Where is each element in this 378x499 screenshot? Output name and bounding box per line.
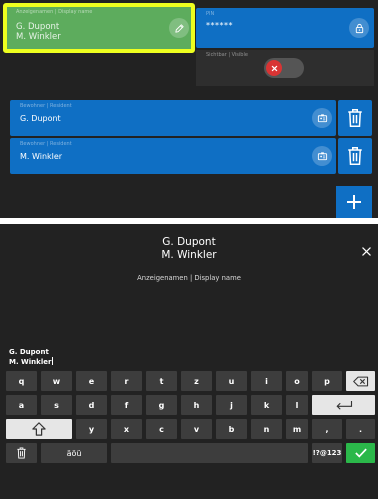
text-input[interactable]: G. Dupont M. Winkler bbox=[9, 348, 54, 367]
resident-settings-panel: Anzeigenamen | Display name G. Dupont M.… bbox=[0, 0, 378, 218]
delete-resident-button[interactable] bbox=[338, 138, 372, 174]
key-n[interactable]: n bbox=[251, 419, 282, 439]
display-name-value: G. Dupont M. Winkler bbox=[16, 22, 61, 42]
key-l[interactable]: l bbox=[286, 395, 308, 415]
key-x[interactable]: x bbox=[111, 419, 142, 439]
add-resident-button[interactable] bbox=[336, 186, 372, 218]
resident-label: Bewohner | Resident bbox=[20, 141, 72, 147]
shift-arrow-icon bbox=[32, 422, 46, 436]
pin-field[interactable]: PIN ****** bbox=[196, 8, 374, 48]
plus-icon bbox=[347, 195, 361, 209]
resident-field[interactable]: Bewohner | Resident G. Dupont bbox=[10, 100, 336, 136]
input-line-2: M. Winkler bbox=[9, 358, 52, 366]
display-name-label: Anzeigenamen | Display name bbox=[16, 9, 93, 15]
key-h[interactable]: h bbox=[181, 395, 212, 415]
shift-key[interactable] bbox=[6, 419, 72, 439]
resident-name: G. Dupont bbox=[20, 114, 61, 123]
key-w[interactable]: w bbox=[41, 371, 72, 391]
key-period[interactable]: . bbox=[346, 419, 375, 439]
key-q[interactable]: q bbox=[6, 371, 37, 391]
resident-row: Bewohner | Resident G. Dupont bbox=[10, 100, 372, 136]
key-v[interactable]: v bbox=[181, 419, 212, 439]
backspace-icon bbox=[352, 376, 368, 386]
visibility-toggle[interactable] bbox=[264, 58, 304, 78]
id-card-button[interactable] bbox=[312, 108, 332, 128]
resident-label: Bewohner | Resident bbox=[20, 103, 72, 109]
key-d[interactable]: d bbox=[76, 395, 107, 415]
preview-line-2: M. Winkler bbox=[161, 249, 217, 261]
key-e[interactable]: e bbox=[76, 371, 107, 391]
close-button[interactable] bbox=[356, 241, 376, 261]
confirm-key[interactable] bbox=[346, 443, 375, 463]
edit-name-button[interactable] bbox=[169, 18, 189, 38]
enter-icon bbox=[335, 400, 352, 410]
id-card-button[interactable] bbox=[312, 146, 332, 166]
keyboard-screen: G. Dupont M. Winkler Anzeigenamen | Disp… bbox=[0, 224, 378, 499]
resident-row: Bewohner | Resident M. Winkler bbox=[10, 138, 372, 174]
key-p[interactable]: p bbox=[312, 371, 342, 391]
lock-icon bbox=[355, 23, 363, 33]
key-m[interactable]: m bbox=[286, 419, 308, 439]
umlaut-key[interactable]: äöü bbox=[41, 443, 107, 463]
resident-name: M. Winkler bbox=[20, 152, 63, 161]
trash-icon bbox=[348, 109, 362, 127]
visibility-label: Sichtbar | Visible bbox=[206, 52, 248, 58]
close-icon bbox=[361, 246, 371, 256]
key-r[interactable]: r bbox=[111, 371, 142, 391]
key-j[interactable]: j bbox=[216, 395, 247, 415]
clear-key[interactable] bbox=[6, 443, 37, 463]
key-u[interactable]: u bbox=[216, 371, 247, 391]
visibility-row: Sichtbar | Visible bbox=[196, 50, 374, 86]
space-key[interactable] bbox=[111, 443, 308, 463]
key-comma[interactable]: , bbox=[312, 419, 342, 439]
display-name-field[interactable]: Anzeigenamen | Display name G. Dupont M.… bbox=[3, 3, 195, 53]
key-s[interactable]: s bbox=[41, 395, 72, 415]
key-c[interactable]: c bbox=[146, 419, 177, 439]
input-line-1: G. Dupont bbox=[9, 348, 49, 356]
preview-line-1: G. Dupont bbox=[162, 236, 216, 248]
key-f[interactable]: f bbox=[111, 395, 142, 415]
display-name-line-2: M. Winkler bbox=[16, 32, 61, 42]
lock-button[interactable] bbox=[349, 18, 369, 38]
pin-label: PIN bbox=[206, 11, 215, 17]
key-i[interactable]: i bbox=[251, 371, 282, 391]
key-b[interactable]: b bbox=[216, 419, 247, 439]
resident-field[interactable]: Bewohner | Resident M. Winkler bbox=[10, 138, 336, 174]
key-g[interactable]: g bbox=[146, 395, 177, 415]
text-caret bbox=[52, 357, 54, 365]
pencil-icon bbox=[174, 23, 184, 33]
trash-icon bbox=[17, 447, 26, 459]
delete-resident-button[interactable] bbox=[338, 100, 372, 136]
trash-icon bbox=[348, 147, 362, 165]
id-card-icon bbox=[317, 151, 327, 160]
key-y[interactable]: y bbox=[76, 419, 107, 439]
symbols-key[interactable]: !?@123 bbox=[312, 443, 342, 463]
x-icon bbox=[271, 65, 277, 71]
field-caption: Anzeigenamen | Display name bbox=[137, 274, 241, 282]
key-z[interactable]: z bbox=[181, 371, 212, 391]
id-card-icon bbox=[317, 113, 327, 122]
key-t[interactable]: t bbox=[146, 371, 177, 391]
key-a[interactable]: a bbox=[6, 395, 37, 415]
display-name-line-1: G. Dupont bbox=[16, 22, 60, 32]
toggle-off-knob bbox=[266, 60, 282, 76]
enter-key[interactable] bbox=[312, 395, 375, 415]
checkmark-icon bbox=[354, 448, 367, 458]
pin-value: ****** bbox=[206, 21, 233, 30]
key-k[interactable]: k bbox=[251, 395, 282, 415]
backspace-key[interactable] bbox=[346, 371, 375, 391]
key-o[interactable]: o bbox=[286, 371, 308, 391]
